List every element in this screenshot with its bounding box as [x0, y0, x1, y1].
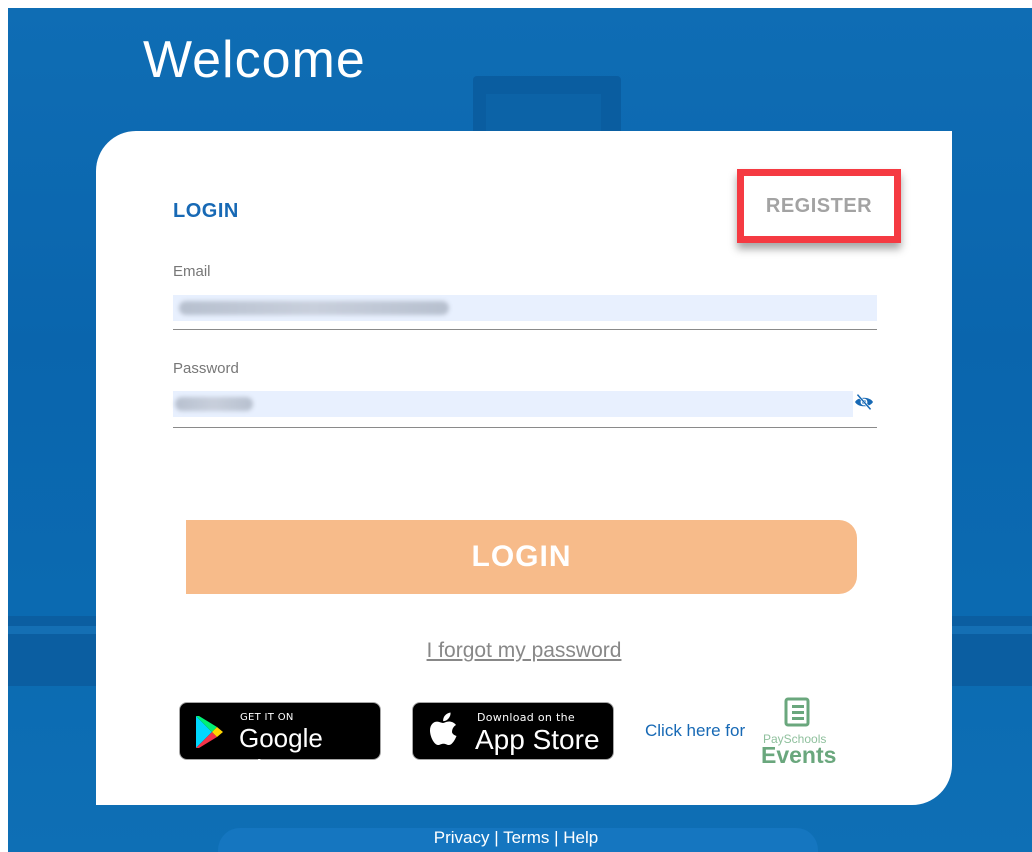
password-value-blurred: [175, 397, 253, 411]
google-play-icon: [196, 716, 223, 748]
password-label: Password: [173, 360, 239, 377]
page-title: Welcome: [143, 31, 366, 89]
login-card: LOGIN REGISTER Email Password LOGIN I fo…: [96, 131, 952, 805]
footer-separator: |: [494, 828, 499, 847]
app-store-small-text: Download on the: [477, 711, 575, 724]
footer-separator: |: [554, 828, 559, 847]
google-play-badge[interactable]: GET IT ON Google Play: [179, 702, 381, 784]
apple-icon: [430, 712, 457, 745]
google-play-small-text: GET IT ON: [240, 712, 294, 723]
tab-register[interactable]: REGISTER: [766, 195, 872, 218]
login-button[interactable]: LOGIN: [186, 520, 857, 594]
email-label: Email: [173, 263, 211, 280]
privacy-link[interactable]: Privacy: [434, 828, 490, 847]
app-store-badge[interactable]: Download on the App Store: [412, 702, 614, 760]
forgot-password-text[interactable]: I forgot my password: [427, 639, 622, 662]
app-store-big-text: App Store: [475, 724, 600, 755]
google-play-big-text: Google Play: [239, 723, 323, 784]
help-link[interactable]: Help: [563, 828, 598, 847]
forgot-password-link[interactable]: I forgot my password: [96, 639, 952, 663]
register-highlight: REGISTER: [737, 169, 901, 243]
terms-link[interactable]: Terms: [503, 828, 549, 847]
events-link[interactable]: Click here for: [645, 721, 745, 741]
email-underline: [173, 329, 877, 330]
footer: Privacy | Terms | Help: [0, 828, 1032, 848]
password-underline: [173, 427, 877, 428]
password-field[interactable]: [173, 391, 853, 417]
events-logo-big-text: Events: [761, 742, 837, 768]
tab-login[interactable]: LOGIN: [173, 200, 239, 223]
eye-slash-icon[interactable]: [854, 393, 874, 411]
events-logo-icon: [784, 697, 810, 727]
email-field[interactable]: [173, 295, 877, 321]
email-value-blurred: [179, 301, 449, 315]
